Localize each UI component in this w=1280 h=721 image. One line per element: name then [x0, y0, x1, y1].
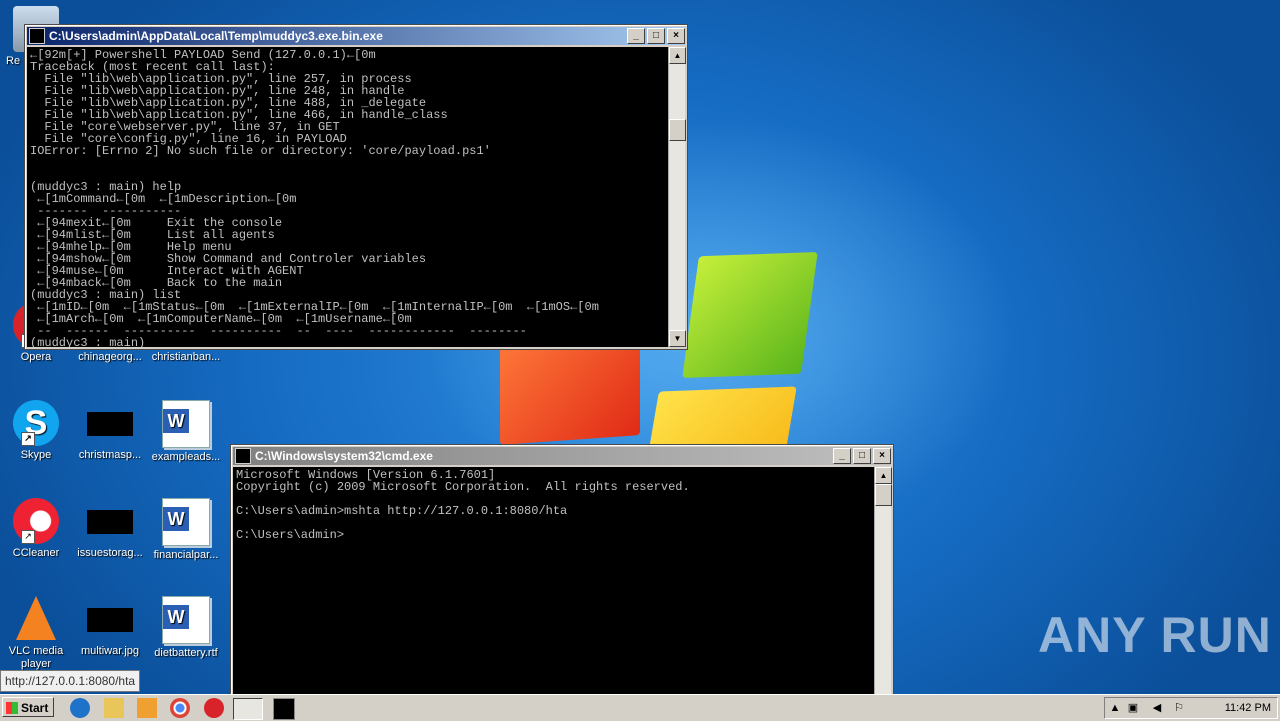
console-line: Copyright (c) 2009 Microsoft Corporation…	[236, 480, 690, 494]
scrollbar-thumb[interactable]	[875, 484, 892, 506]
network-icon[interactable]: ▣	[1127, 702, 1139, 714]
file-icon	[87, 510, 133, 534]
console-app-icon	[29, 28, 45, 44]
desktop-icon-label: multiwar.jpg	[80, 645, 140, 657]
desktop-icon-dietbattery[interactable]: dietbattery.rtf	[148, 596, 224, 659]
scrollbar-thumb[interactable]	[669, 119, 686, 141]
desktop-icon-skype[interactable]: S ↗ Skype	[0, 400, 74, 461]
desktop-icon-label: Opera	[20, 351, 52, 363]
minimize-button[interactable]: _	[833, 448, 851, 464]
url-status-tooltip: http://127.0.0.1:8080/hta	[0, 670, 141, 692]
volume-icon[interactable]: ◀	[1151, 702, 1163, 714]
scroll-up-arrow-icon[interactable]: ▲	[875, 467, 892, 484]
console-line: (muddyc3 : main)	[30, 336, 146, 347]
desktop-icon-label: VLC media player	[8, 645, 64, 670]
console-line: C:\Users\admin>	[236, 528, 345, 542]
desktop-icon-label: Skype	[20, 449, 52, 461]
maximize-button[interactable]: □	[647, 28, 665, 44]
console-line: C:\Users\admin>mshta http://127.0.0.1:80…	[236, 504, 568, 518]
show-hidden-icons-chevron-icon[interactable]: ▲	[1109, 702, 1121, 714]
vlc-icon	[16, 596, 56, 640]
desktop-icon-label: financialpar...	[153, 549, 219, 561]
word-document-icon	[162, 400, 210, 448]
desktop-icon-christmasp[interactable]: christmasp...	[72, 400, 148, 461]
windows-flag-icon	[6, 702, 18, 714]
folder-icon[interactable]	[104, 698, 124, 718]
cmd-app-icon	[235, 448, 251, 464]
ccleaner-icon: ↗	[13, 498, 59, 544]
desktop-icon-label: dietbattery.rtf	[154, 647, 218, 659]
close-button[interactable]: ×	[873, 448, 891, 464]
vertical-scrollbar[interactable]: ▲ ▼	[668, 47, 686, 347]
window-titlebar[interactable]: C:\Windows\system32\cmd.exe _ □ ×	[233, 447, 891, 465]
muddyc3-taskbar-button[interactable]	[233, 698, 263, 720]
chrome-icon[interactable]	[170, 698, 190, 718]
clock[interactable]: 11:42 PM	[1225, 698, 1271, 718]
shortcut-arrow-icon: ↗	[21, 432, 35, 446]
opera-taskbar-icon[interactable]	[204, 698, 224, 718]
skype-icon: S ↗	[13, 400, 59, 446]
desktop-icon-issuestorag[interactable]: issuestorag...	[72, 498, 148, 559]
desktop-icon-financialpar[interactable]: financialpar...	[148, 498, 224, 561]
window-title: C:\Windows\system32\cmd.exe	[255, 449, 433, 463]
image-file-icon	[87, 608, 133, 632]
desktop-icon-vlc[interactable]: VLC media player	[0, 596, 74, 671]
cmd-taskbar-icon[interactable]	[273, 698, 295, 720]
file-icon	[87, 412, 133, 436]
shortcut-arrow-icon: ↗	[21, 530, 35, 544]
scroll-up-arrow-icon[interactable]: ▲	[669, 47, 686, 64]
action-center-flag-icon[interactable]: ⚐	[1173, 702, 1185, 714]
word-document-icon	[162, 498, 210, 546]
vertical-scrollbar[interactable]: ▲	[874, 467, 892, 695]
window-titlebar[interactable]: C:\Users\admin\AppData\Local\Temp\muddyc…	[27, 27, 685, 45]
muddyc3-console-window[interactable]: C:\Users\admin\AppData\Local\Temp\muddyc…	[24, 24, 688, 350]
start-label: Start	[21, 701, 49, 715]
desktop-icon-multiwar[interactable]: multiwar.jpg	[72, 596, 148, 657]
window-title: C:\Users\admin\AppData\Local\Temp\muddyc…	[49, 29, 383, 43]
cmd-window[interactable]: C:\Windows\system32\cmd.exe _ □ × Micros…	[230, 444, 894, 698]
desktop-icon-label: christmasp...	[78, 449, 142, 461]
desktop-icon-ccleaner[interactable]: ↗ CCleaner	[0, 498, 74, 559]
desktop-icon-label: exampleads...	[151, 451, 221, 463]
minimize-button[interactable]: _	[627, 28, 645, 44]
media-player-icon[interactable]	[137, 698, 157, 718]
console-output[interactable]: ←[92m[+] Powershell PAYLOAD Send (127.0.…	[27, 47, 668, 347]
desktop-icon-label: chinageorg...	[78, 351, 142, 363]
word-document-icon	[162, 596, 210, 644]
desktop-icon-label: christianban...	[151, 351, 221, 363]
maximize-button[interactable]: □	[853, 448, 871, 464]
windows-logo-green-pane	[682, 251, 818, 379]
system-tray: ▲ ▣ ◀ ⚐ 11:42 PM	[1104, 697, 1278, 719]
console-output[interactable]: Microsoft Windows [Version 6.1.7601] Copy…	[233, 467, 874, 697]
desktop-icon-exampleads[interactable]: exampleads...	[148, 400, 224, 463]
start-button[interactable]: Start	[2, 697, 54, 717]
close-button[interactable]: ×	[667, 28, 685, 44]
desktop-icon-label: CCleaner	[12, 547, 60, 559]
scroll-down-arrow-icon[interactable]: ▼	[669, 330, 686, 347]
internet-explorer-icon[interactable]	[70, 698, 90, 718]
console-line: IOError: [Errno 2] No such file or direc…	[30, 144, 491, 158]
desktop-icon-label: issuestorag...	[77, 547, 143, 559]
taskbar: Start ▲ ▣ ◀ ⚐ 11:42 PM	[0, 694, 1280, 721]
anyrun-watermark: ANY RUN	[1038, 607, 1272, 663]
